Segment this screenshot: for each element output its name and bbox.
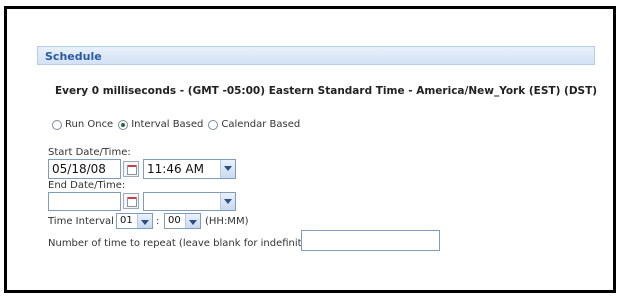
interval-format-hint: (HH:MM) (205, 216, 249, 227)
interval-separator: : (156, 216, 160, 227)
radio-calendar-based[interactable]: Calendar Based (208, 119, 300, 130)
radio-run-once[interactable]: Run Once (52, 119, 113, 130)
radio-circle-run-once[interactable] (52, 119, 62, 130)
radio-interval-based[interactable]: Interval Based (118, 119, 203, 130)
time-interval-label: Time Interval (48, 216, 114, 227)
repeat-count-label: Number of time to repeat (leave blank fo… (48, 238, 321, 249)
chevron-down-icon (137, 214, 152, 228)
schedule-summary: Every 0 milliseconds - (GMT -05:00) East… (54, 85, 598, 97)
radio-label-interval-based: Interval Based (131, 119, 204, 130)
repeat-count-input[interactable] (301, 230, 440, 251)
radio-label-calendar-based: Calendar Based (221, 119, 301, 130)
end-calendar-icon[interactable] (123, 193, 139, 209)
end-datetime-label: End Date/Time: (48, 180, 126, 191)
interval-minutes-value: 00 (168, 215, 181, 226)
radio-circle-calendar-based[interactable] (208, 119, 219, 130)
chevron-down-icon (220, 160, 235, 178)
end-date-input[interactable] (48, 192, 121, 211)
radio-label-run-once: Run Once (65, 119, 114, 130)
start-date-input[interactable]: 05/18/08 (48, 159, 121, 179)
section-title: Schedule (45, 50, 102, 63)
chevron-down-icon (185, 214, 200, 228)
chevron-down-icon (220, 193, 235, 210)
start-datetime-label: Start Date/Time: (48, 147, 131, 158)
interval-minutes-select[interactable]: 00 (164, 213, 201, 229)
start-calendar-icon[interactable] (123, 161, 139, 177)
radio-circle-interval-based[interactable] (118, 119, 129, 130)
schedule-type-group: Run Once Interval Based Calendar Based (52, 119, 305, 130)
interval-hours-value: 01 (120, 215, 133, 226)
start-time-select[interactable]: 11:46 AM (143, 159, 236, 179)
interval-hours-select[interactable]: 01 (116, 213, 153, 229)
schedule-section-header: Schedule (37, 46, 595, 65)
start-time-value: 11:46 AM (147, 162, 204, 176)
end-time-select[interactable] (143, 192, 236, 211)
